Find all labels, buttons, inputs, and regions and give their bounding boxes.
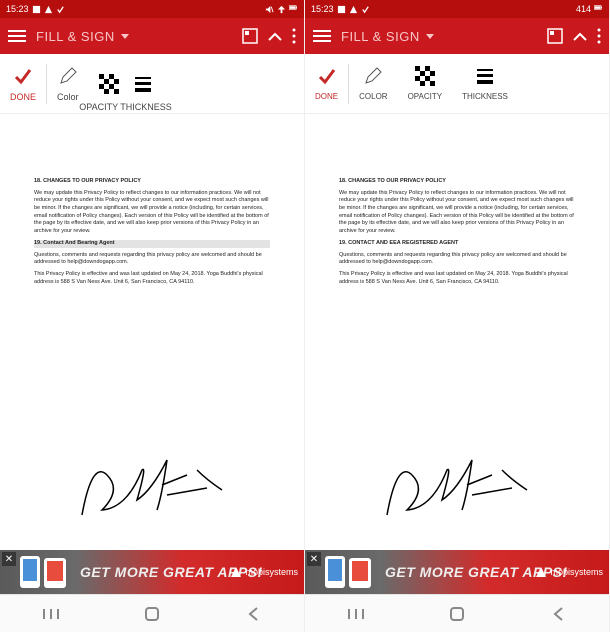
ad-close-button[interactable]: ✕: [2, 552, 16, 566]
color-button[interactable]: COLOR: [349, 66, 397, 101]
done-button[interactable]: DONE: [305, 66, 348, 101]
thickness-icon: [133, 74, 153, 94]
page-mode-icon[interactable]: [242, 28, 258, 44]
battery-icon: [594, 5, 603, 14]
back-button[interactable]: [546, 602, 570, 626]
status-icon: [337, 5, 346, 14]
recents-button[interactable]: [39, 602, 63, 626]
mode-dropdown[interactable]: FILL & SIGN: [36, 29, 129, 44]
status-icon: [32, 5, 41, 14]
status-icon: [361, 5, 370, 14]
more-icon[interactable]: [597, 28, 601, 44]
more-icon[interactable]: [292, 28, 296, 44]
done-button[interactable]: DONE: [0, 66, 46, 102]
header-title: FILL & SIGN: [36, 29, 115, 44]
status-time: 15:23: [311, 4, 334, 14]
check-icon: [13, 66, 33, 86]
doc-heading: 18. CHANGES TO OUR PRIVACY POLICY: [34, 178, 270, 186]
battery-icon: [289, 5, 298, 14]
opacity-icon: [99, 74, 119, 94]
opacity-button[interactable]: OPACITY: [398, 66, 453, 101]
menu-icon[interactable]: [8, 29, 26, 43]
status-time: 15:23: [6, 4, 29, 14]
doc-paragraph: This Privacy Policy is effective and was…: [339, 271, 575, 286]
document-viewer[interactable]: 18. CHANGES TO OUR PRIVACY POLICY We may…: [305, 114, 609, 550]
opacity-thickness-button[interactable]: OPACITY THICKNESS: [89, 74, 163, 94]
app-header: FILL & SIGN: [0, 18, 304, 54]
status-bar: 15:23 414: [305, 0, 609, 18]
status-bar: 15:23: [0, 0, 304, 18]
thickness-button[interactable]: THICKNESS: [452, 66, 518, 101]
status-icon: [44, 5, 53, 14]
doc-paragraph: We may update this Privacy Policy to ref…: [34, 190, 270, 236]
document-viewer[interactable]: 18. CHANGES TO OUR PRIVACY POLICY We may…: [0, 114, 304, 550]
chevron-down-icon: [121, 34, 129, 39]
pencil-icon: [363, 66, 383, 86]
ad-banner[interactable]: ✕ GET MORE GREAT APPS! mobisystems: [0, 550, 304, 594]
system-nav-bar: [0, 594, 304, 632]
ad-banner[interactable]: ✕ GET MORE GREAT APPS! mobisystems: [305, 550, 609, 594]
app-header: FILL & SIGN: [305, 18, 609, 54]
doc-paragraph: This Privacy Policy is effective and was…: [34, 271, 270, 286]
opacity-icon: [415, 66, 435, 86]
menu-icon[interactable]: [313, 29, 331, 43]
chevron-down-icon: [426, 34, 434, 39]
doc-paragraph: Questions, comments and requests regardi…: [34, 252, 270, 267]
doc-heading: 18. CHANGES TO OUR PRIVACY POLICY: [339, 178, 575, 186]
doc-heading: 19. CONTACT AND EEA REGISTERED AGENT: [339, 240, 575, 248]
collapse-icon[interactable]: [268, 32, 282, 41]
doc-paragraph: We may update this Privacy Policy to ref…: [339, 190, 575, 236]
home-button[interactable]: [445, 602, 469, 626]
status-icon: [56, 5, 65, 14]
status-icon: [349, 5, 358, 14]
doc-paragraph: Questions, comments and requests regardi…: [339, 252, 575, 267]
signature-drawing[interactable]: [67, 440, 237, 530]
status-indicator: 414: [576, 4, 591, 14]
doc-heading: 19. Contact And Bearing Agent: [34, 240, 270, 248]
ad-brand: mobisystems: [535, 566, 603, 578]
thickness-icon: [475, 66, 495, 86]
toolbar: DONE COLOR OPACITY THICKNESS: [305, 54, 609, 114]
ad-brand: mobisystems: [230, 566, 298, 578]
signature-drawing[interactable]: [372, 440, 542, 530]
ad-close-button[interactable]: ✕: [307, 552, 321, 566]
pencil-icon: [58, 66, 78, 86]
ad-image: [323, 554, 379, 590]
toolbar: DONE Color OPACITY THICKNESS: [0, 54, 304, 114]
ad-image: [18, 554, 74, 590]
system-nav-bar: [305, 594, 609, 632]
page-mode-icon[interactable]: [547, 28, 563, 44]
color-button[interactable]: Color: [47, 66, 89, 102]
recents-button[interactable]: [344, 602, 368, 626]
mode-dropdown[interactable]: FILL & SIGN: [341, 29, 434, 44]
back-button[interactable]: [241, 602, 265, 626]
collapse-icon[interactable]: [573, 32, 587, 41]
check-icon: [317, 66, 337, 86]
airplane-icon: [277, 5, 286, 14]
header-title: FILL & SIGN: [341, 29, 420, 44]
home-button[interactable]: [140, 602, 164, 626]
mute-icon: [265, 5, 274, 14]
